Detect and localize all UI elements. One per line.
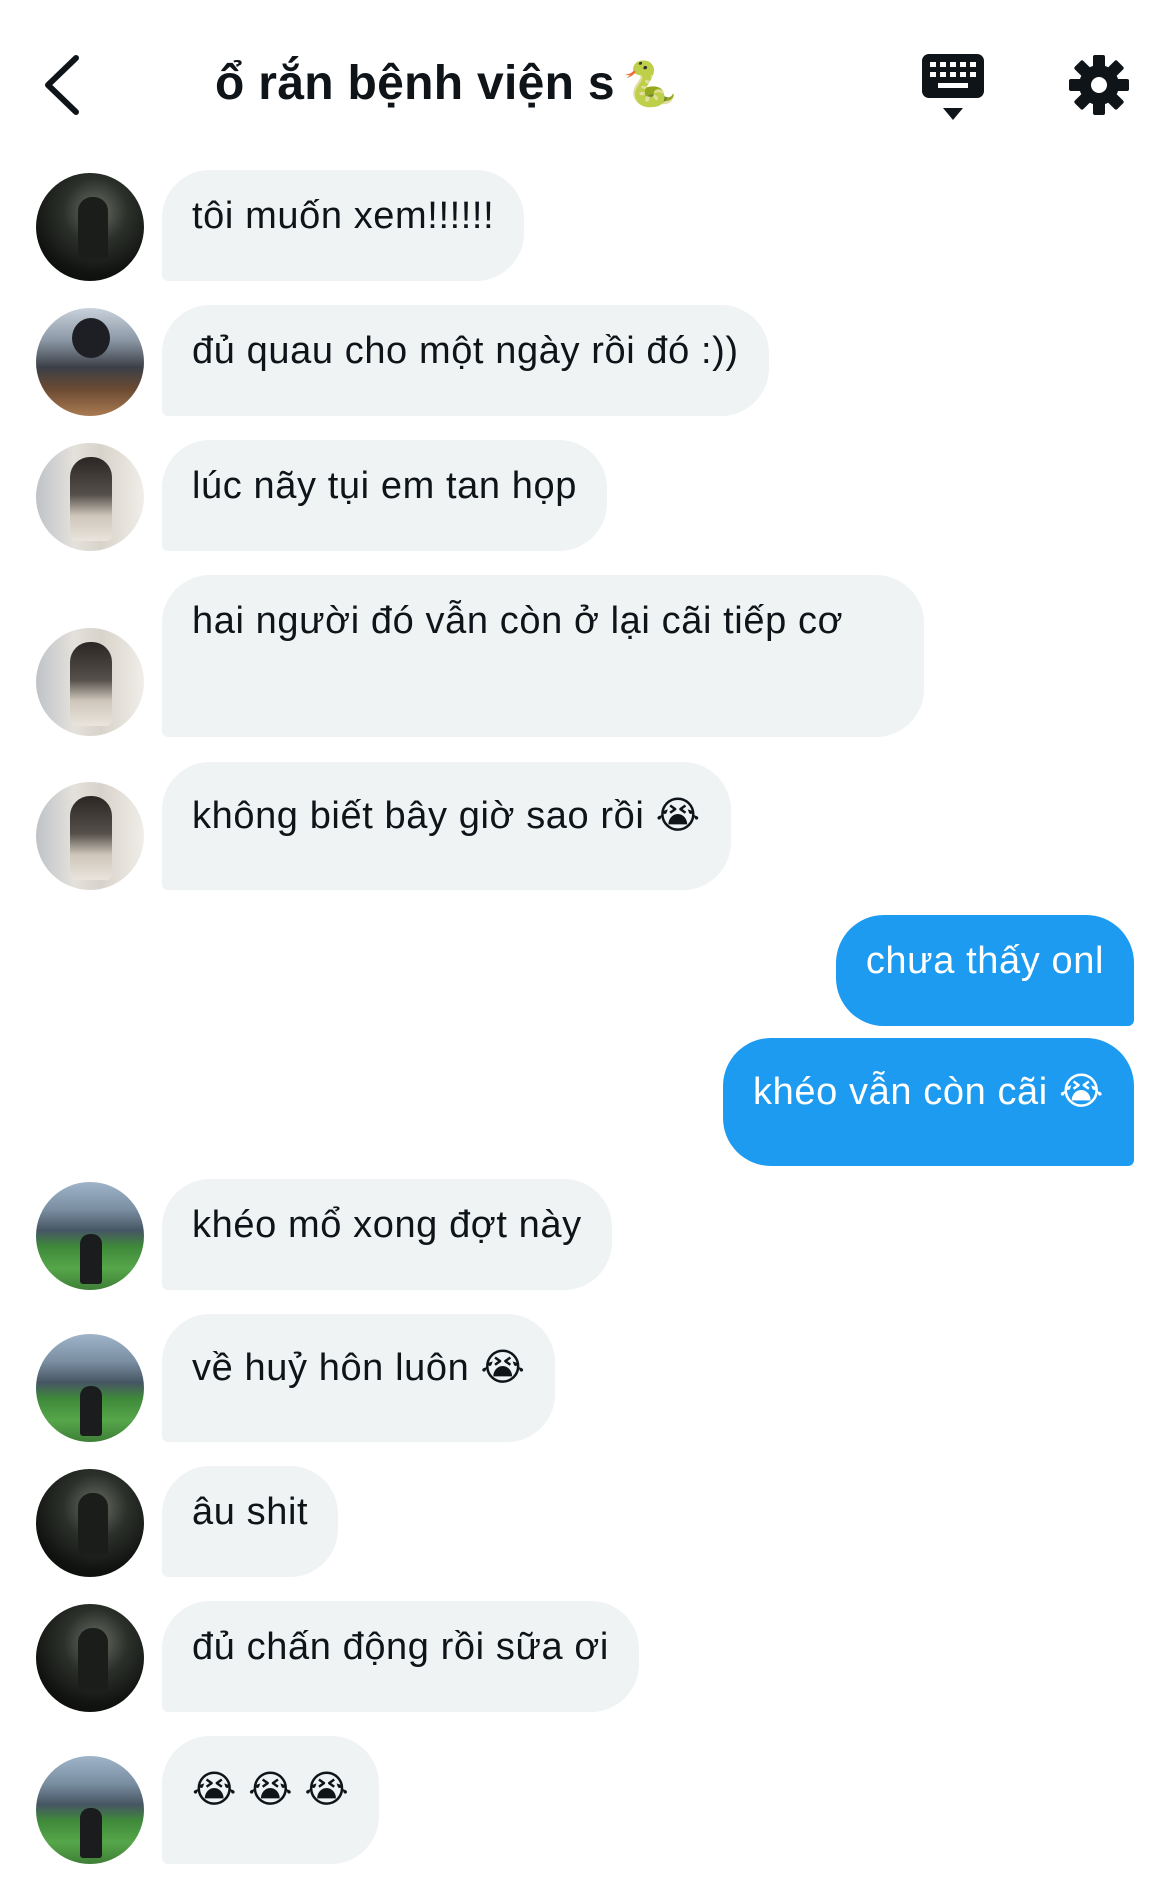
message-text: lúc nãy tụi em tan họp: [192, 465, 577, 507]
gear-icon: [1069, 55, 1129, 115]
message-bubble[interactable]: âu shit: [162, 1466, 339, 1577]
message-text: chưa thấy onl: [865, 940, 1104, 982]
message-text: âu shit: [192, 1491, 309, 1533]
message-bubble[interactable]: không biết bây giờ sao rồi 😭: [162, 762, 731, 890]
sender-avatar[interactable]: [36, 1604, 144, 1712]
sender-avatar[interactable]: [36, 173, 144, 281]
keyboard-icon: [922, 54, 984, 120]
message-bubble[interactable]: đủ quau cho một ngày rồi đó :)): [162, 305, 769, 416]
outgoing-message-bubble[interactable]: khéo vẫn còn cãi 😭: [723, 1038, 1134, 1166]
message-text: 😭 😭 😭: [192, 1769, 350, 1811]
message-bubble[interactable]: 😭 😭 😭: [162, 1736, 380, 1864]
chat-header: ổ rắn bệnh viện s 🐍: [0, 0, 1170, 160]
message-text: khéo mổ xong đợt này: [192, 1204, 582, 1246]
sender-avatar[interactable]: [36, 782, 144, 890]
settings-button[interactable]: [1068, 54, 1130, 116]
sender-avatar[interactable]: [36, 308, 144, 416]
sender-avatar[interactable]: [36, 1756, 144, 1864]
message-bubble[interactable]: về huỷ hôn luôn 😭: [162, 1314, 556, 1442]
keyboard-button[interactable]: [920, 52, 986, 124]
message-text: hai người đó vẫn còn ở lại cãi tiếp cơ: [192, 600, 844, 642]
back-button[interactable]: [40, 50, 90, 120]
message-text: về huỷ hôn luôn 😭: [192, 1347, 526, 1389]
message-bubble[interactable]: lúc nãy tụi em tan họp: [162, 440, 607, 551]
message-bubble[interactable]: hai người đó vẫn còn ở lại cãi tiếp cơ: [162, 575, 924, 737]
message-text: khéo vẫn còn cãi 😭: [753, 1071, 1104, 1113]
sender-avatar[interactable]: [36, 1182, 144, 1290]
sender-avatar[interactable]: [36, 628, 144, 736]
message-text: đủ chấn động rồi sữa ơi: [192, 1626, 609, 1668]
message-bubble[interactable]: đủ chấn động rồi sữa ơi: [162, 1601, 639, 1712]
message-bubble[interactable]: khéo mổ xong đợt này: [162, 1179, 612, 1290]
message-bubble[interactable]: tôi muốn xem!!!!!!: [162, 170, 525, 281]
message-text: đủ quau cho một ngày rồi đó :)): [192, 330, 739, 372]
sender-avatar[interactable]: [36, 1334, 144, 1442]
chevron-left-icon: [45, 55, 79, 115]
message-text: tôi muốn xem!!!!!!: [192, 195, 495, 237]
sender-avatar[interactable]: [36, 1469, 144, 1577]
conversation-title: ổ rắn bệnh viện s 🐍: [215, 56, 678, 111]
snake-emoji: 🐍: [622, 60, 678, 109]
outgoing-message-bubble[interactable]: chưa thấy onl: [835, 915, 1134, 1026]
sender-avatar[interactable]: [36, 443, 144, 551]
message-text: không biết bây giờ sao rồi 😭: [192, 795, 701, 837]
conversation-title-text: ổ rắn bệnh viện s: [215, 57, 615, 110]
